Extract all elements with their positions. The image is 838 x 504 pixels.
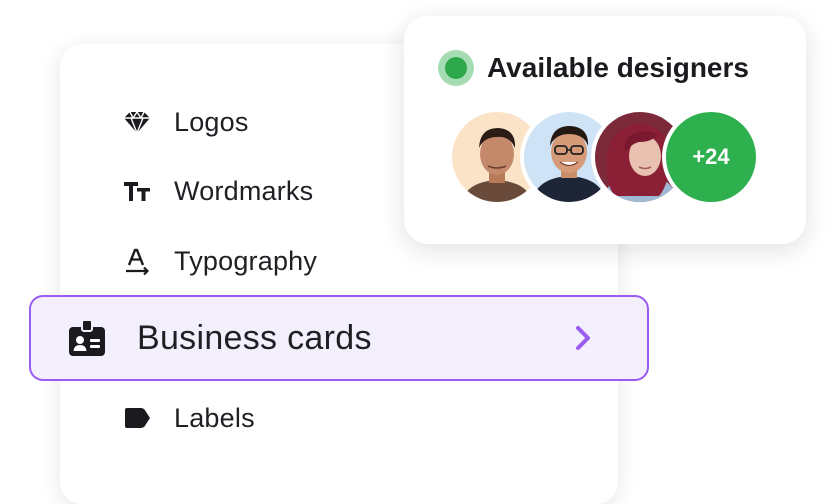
typography-icon bbox=[122, 246, 152, 276]
chevron-right-icon bbox=[567, 323, 597, 353]
id-badge-icon bbox=[67, 318, 107, 358]
status-dot bbox=[445, 57, 467, 79]
menu-item-business-cards[interactable]: Business cards bbox=[29, 295, 649, 381]
more-designers-count[interactable]: +24 bbox=[662, 108, 760, 206]
menu-item-label: Typography bbox=[174, 245, 318, 276]
menu-item-label: Logos bbox=[174, 106, 249, 137]
menu-item-typography[interactable]: Typography bbox=[122, 241, 317, 281]
tag-icon bbox=[122, 403, 152, 433]
menu-item-wordmarks[interactable]: Wordmarks bbox=[122, 171, 313, 211]
available-designers-title: Available designers bbox=[487, 52, 749, 83]
text-size-icon bbox=[122, 176, 152, 206]
available-designers-card: Available designers +24 bbox=[404, 16, 806, 244]
menu-item-labels[interactable]: Labels bbox=[122, 398, 255, 438]
menu-item-label: Wordmarks bbox=[174, 175, 314, 206]
diamond-icon bbox=[122, 107, 152, 137]
menu-item-logos[interactable]: Logos bbox=[122, 102, 249, 142]
online-status-indicator bbox=[438, 50, 474, 86]
menu-item-label: Business cards bbox=[137, 318, 372, 357]
menu-item-label: Labels bbox=[174, 402, 255, 433]
